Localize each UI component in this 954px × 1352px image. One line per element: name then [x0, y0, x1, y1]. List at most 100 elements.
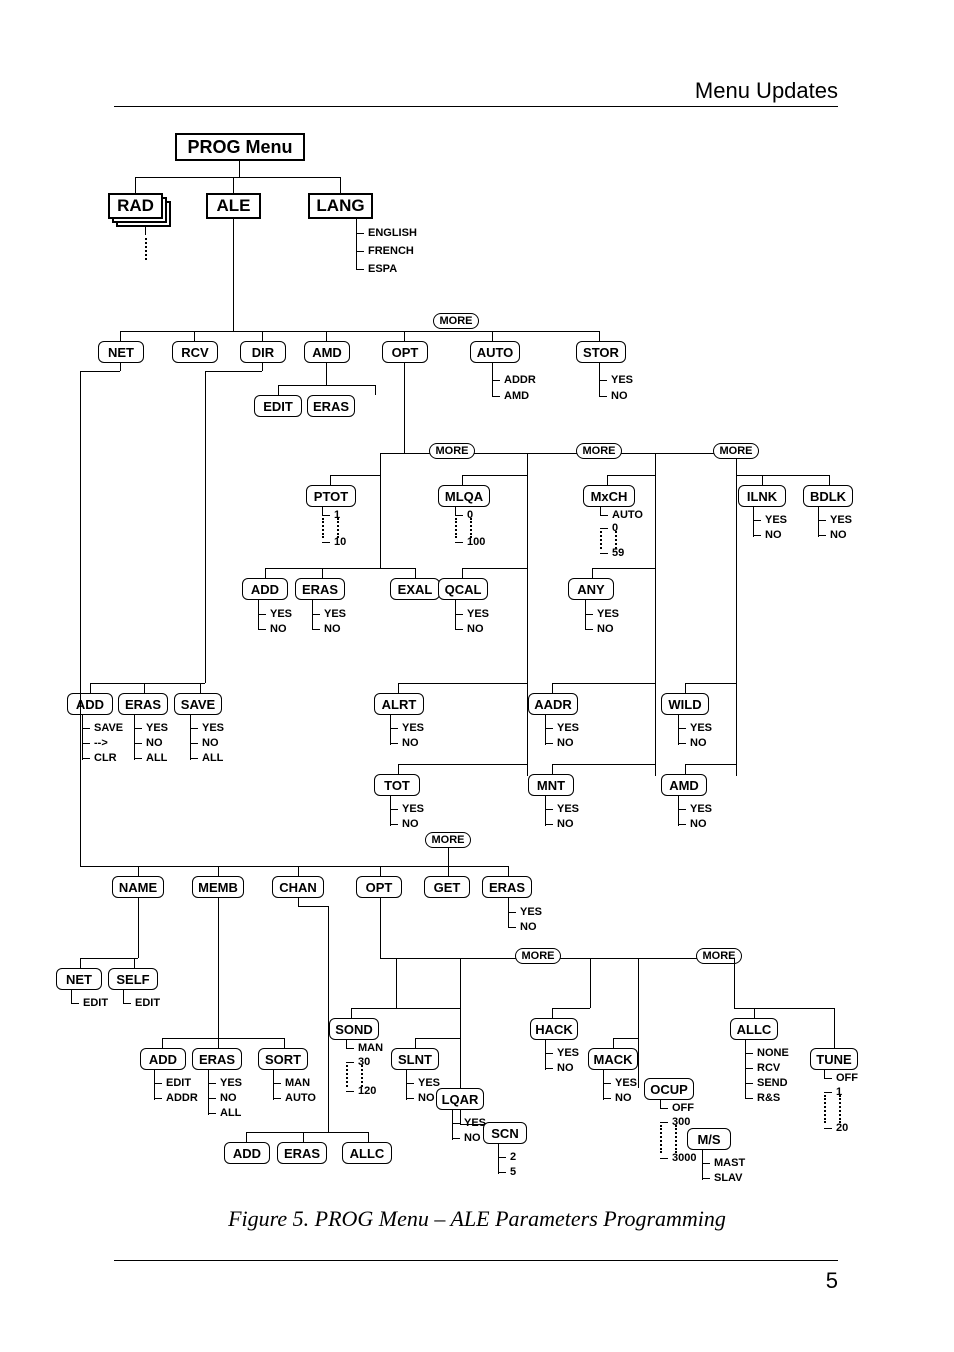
header-title: Menu Updates [695, 78, 838, 104]
figure-caption: Figure 5. PROG Menu – ALE Parameters Pro… [0, 1206, 954, 1232]
net-eras: ERAS [482, 876, 532, 898]
box-mack: MACK [588, 1048, 638, 1070]
box-mnt: MNT [528, 774, 574, 796]
box-lqar: LQAR [436, 1088, 484, 1110]
box-amd: AMD [304, 341, 350, 363]
footer-rule [114, 1260, 838, 1261]
box-dir: DIR [240, 341, 286, 363]
net-eras-yes: YES [520, 906, 542, 918]
box-net: NET [98, 341, 144, 363]
mack-yes: YES [615, 1077, 637, 1089]
lang-french: FRENCH [368, 245, 414, 257]
rad-dots [145, 238, 147, 260]
ms-mast: MAST [714, 1157, 745, 1169]
name-net: NET [56, 968, 102, 990]
alrt-no: NO [402, 737, 419, 749]
wild-yes: YES [690, 722, 712, 734]
pt-add: ADD [242, 578, 288, 600]
dir-save-all: ALL [202, 752, 223, 764]
box-prog-menu: PROG Menu [175, 133, 305, 161]
box-ocup: OCUP [644, 1078, 694, 1100]
net-opt: OPT [356, 876, 402, 898]
box-rad: RAD [108, 193, 163, 219]
bdlk-no: NO [830, 529, 847, 541]
amd-r-yes: YES [690, 803, 712, 815]
memb-add: ADD [140, 1048, 186, 1070]
box-ilnk: ILNK [738, 485, 786, 507]
box-ptot: PTOT [306, 485, 356, 507]
memb-eras-all: ALL [220, 1107, 241, 1119]
tot-yes: YES [402, 803, 424, 815]
memb-eras: ERAS [192, 1048, 242, 1070]
ocup-3000: 3000 [672, 1152, 696, 1164]
sond-man: MAN [358, 1042, 383, 1054]
tune-off: OFF [836, 1072, 858, 1084]
allc-none: NONE [757, 1047, 789, 1059]
ilnk-yes: YES [765, 514, 787, 526]
dir-add-clr: CLR [94, 752, 117, 764]
box-mlqa: MLQA [438, 485, 490, 507]
more-4b: MORE [696, 948, 742, 964]
slnt-yes: YES [418, 1077, 440, 1089]
auto-addr: ADDR [504, 374, 536, 386]
dir-eras: ERAS [118, 693, 168, 715]
more-2a: MORE [429, 443, 475, 459]
tot-no: NO [402, 818, 419, 830]
scn-5: 5 [510, 1166, 516, 1178]
more-4a: MORE [515, 948, 561, 964]
dir-eras-yes: YES [146, 722, 168, 734]
chan-add: ADD [224, 1142, 270, 1164]
box-allc2: ALLC [730, 1018, 778, 1040]
wild-no: NO [690, 737, 707, 749]
aadr-no: NO [557, 737, 574, 749]
mxch-59: 59 [612, 547, 624, 559]
net-chan: CHAN [272, 876, 324, 898]
dir-eras-no: NO [146, 737, 163, 749]
stor-yes: YES [611, 374, 633, 386]
chan-allc: ALLC [342, 1142, 392, 1164]
amd-eras: ERAS [307, 395, 355, 417]
pt-eras: ERAS [295, 578, 345, 600]
box-qcal: QCAL [438, 578, 488, 600]
lang-espa: ESPA [368, 263, 397, 275]
mlqa-100: 100 [467, 536, 485, 548]
ilnk-no: NO [765, 529, 782, 541]
memb-sort-man: MAN [285, 1077, 310, 1089]
name-self: SELF [108, 968, 158, 990]
memb-add-addr: ADDR [166, 1092, 198, 1104]
lang-english: ENGLISH [368, 227, 417, 239]
aadr-yes: YES [557, 722, 579, 734]
box-rcv: RCV [172, 341, 218, 363]
mack-no: NO [615, 1092, 632, 1104]
more-2c: MORE [713, 443, 759, 459]
pt-exal: EXAL [390, 578, 440, 600]
qcal-no: NO [467, 623, 484, 635]
header-rule [114, 106, 838, 107]
box-aadr: AADR [528, 693, 578, 715]
dir-add: ADD [67, 693, 113, 715]
box-scn: SCN [483, 1122, 527, 1144]
dir-save: SAVE [174, 693, 222, 715]
hack-no: NO [557, 1062, 574, 1074]
dir-add-save: SAVE [94, 722, 123, 734]
box-mxch: MxCH [583, 485, 635, 507]
mnt-yes: YES [557, 803, 579, 815]
net-memb: MEMB [192, 876, 244, 898]
amd-r-no: NO [690, 818, 707, 830]
box-auto: AUTO [470, 341, 520, 363]
tune-20: 20 [836, 1122, 848, 1134]
more-3: MORE [425, 832, 471, 848]
allc-rcv: RCV [757, 1062, 780, 1074]
box-amd-r: AMD [661, 774, 707, 796]
allc-send: SEND [757, 1077, 788, 1089]
name-net-edit: EDIT [83, 997, 108, 1009]
memb-eras-no: NO [220, 1092, 237, 1104]
ocup-off: OFF [672, 1102, 694, 1114]
chan-eras: ERAS [277, 1142, 327, 1164]
mnt-no: NO [557, 818, 574, 830]
pt-eras-no: NO [324, 623, 341, 635]
sond-30: 30 [358, 1056, 370, 1068]
box-tune: TUNE [810, 1048, 858, 1070]
alrt-yes: YES [402, 722, 424, 734]
auto-amd: AMD [504, 390, 529, 402]
